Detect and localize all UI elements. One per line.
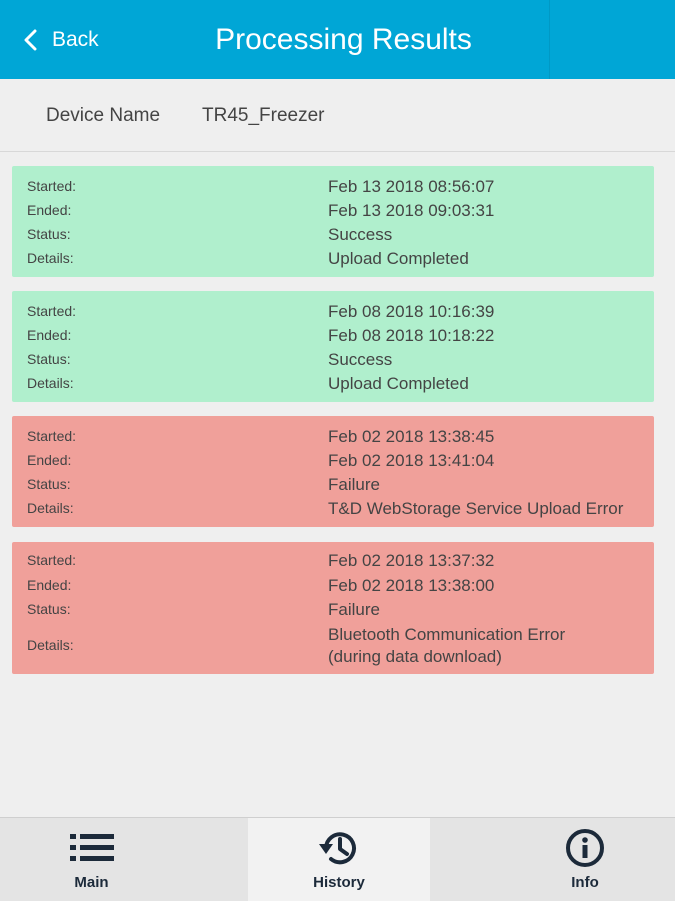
started-value: Feb 02 2018 13:37:32 [328, 551, 495, 570]
ended-label: Ended: [27, 452, 72, 468]
result-card: Started: Feb 08 2018 10:16:39 Ended: Feb… [12, 291, 654, 402]
status-label: Status: [27, 226, 71, 242]
nav-history-label: History [313, 874, 365, 891]
details-label: Details: [27, 375, 74, 391]
nav-main-label: Main [74, 874, 109, 891]
nav-main[interactable]: Main [0, 818, 183, 901]
result-card: Started: Feb 02 2018 13:38:45 Ended: Feb… [12, 416, 654, 527]
details-value: Upload Completed [328, 374, 469, 393]
result-card: Started: Feb 02 2018 13:37:32 Ended: Feb… [12, 542, 654, 674]
nav-info[interactable]: Info [495, 818, 675, 901]
ended-label: Ended: [27, 327, 72, 343]
header-divider [549, 0, 550, 79]
details-value-line2: (during data download) [328, 647, 502, 666]
status-label: Status: [27, 351, 71, 367]
details-label: Details: [27, 637, 74, 653]
nav-info-label: Info [571, 874, 599, 891]
ended-label: Ended: [27, 577, 72, 593]
started-value: Feb 13 2018 08:56:07 [328, 177, 495, 196]
started-label: Started: [27, 178, 77, 194]
started-value: Feb 02 2018 13:38:45 [328, 427, 495, 446]
started-label: Started: [27, 552, 77, 568]
header-bar: Back Processing Results [0, 0, 675, 79]
status-value: Success [328, 225, 393, 244]
started-label: Started: [27, 428, 77, 444]
started-value: Feb 08 2018 10:16:39 [328, 302, 495, 321]
device-name-value: TR45_Freezer [202, 105, 325, 126]
ended-value: Feb 13 2018 09:03:31 [328, 201, 495, 220]
ended-value: Feb 02 2018 13:38:00 [328, 576, 495, 595]
ended-label: Ended: [27, 202, 72, 218]
list-icon [69, 834, 114, 861]
details-label: Details: [27, 250, 74, 266]
device-name-label: Device Name [46, 105, 161, 126]
ended-value: Feb 08 2018 10:18:22 [328, 326, 495, 345]
nav-history[interactable]: History [248, 818, 430, 901]
result-card: Started: Feb 13 2018 08:56:07 Ended: Feb… [12, 166, 654, 277]
status-value: Failure [328, 600, 380, 619]
page-title: Processing Results [215, 22, 472, 56]
status-label: Status: [27, 601, 71, 617]
details-value: Upload Completed [328, 249, 469, 268]
device-name-row: Device Name TR45_Freezer [0, 79, 675, 152]
details-value: T&D WebStorage Service Upload Error [328, 499, 624, 518]
status-label: Status: [27, 476, 71, 492]
started-label: Started: [27, 303, 77, 319]
history-icon [319, 832, 356, 865]
status-value: Success [328, 350, 393, 369]
status-value: Failure [328, 475, 380, 494]
details-value-line1: Bluetooth Communication Error [328, 625, 566, 644]
info-icon [566, 829, 604, 867]
bottom-nav: Main History Info [0, 817, 675, 901]
details-label: Details: [27, 500, 74, 516]
ended-value: Feb 02 2018 13:41:04 [328, 451, 495, 470]
